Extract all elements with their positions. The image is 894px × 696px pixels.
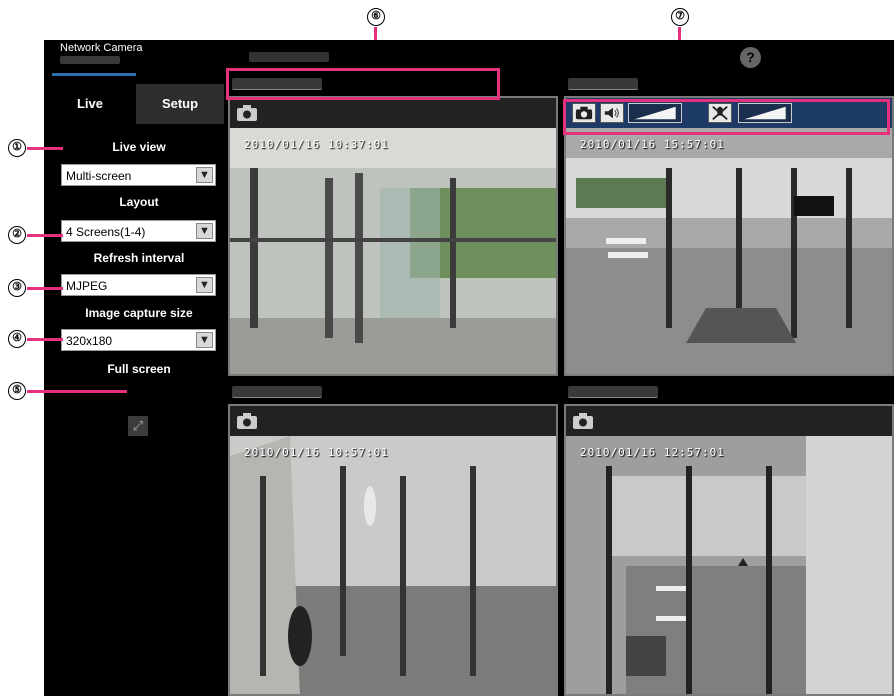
chevron-down-icon: ▼ bbox=[196, 277, 213, 293]
callout-1-leader bbox=[27, 147, 63, 150]
callout-5-leader bbox=[27, 390, 127, 393]
layout-value: 4 Screens(1-4) bbox=[66, 225, 146, 239]
chevron-down-icon: ▼ bbox=[196, 223, 213, 239]
camera-name-blurred bbox=[249, 52, 329, 62]
timestamp: 2010/01/16 10:37:01 bbox=[244, 138, 389, 151]
image-capture-size-select[interactable]: 320x180 ▼ bbox=[61, 329, 216, 351]
pane-toolbar bbox=[230, 406, 556, 436]
manual-figure: ⑥ ⑦ Network Camera ? Live Setup Live vie… bbox=[0, 0, 894, 696]
video-pane-2: 2010/01/16 15:57:01 bbox=[564, 96, 894, 376]
video-pane-4: 2010/01/16 12:57:01 bbox=[564, 404, 894, 696]
video-pane-3: 2010/01/16 10:57:01 bbox=[228, 404, 558, 696]
callout-4-leader bbox=[27, 338, 63, 341]
video-feed[interactable]: 2010/01/16 10:37:01 bbox=[230, 128, 556, 374]
video-feed[interactable]: 2010/01/16 15:57:01 bbox=[566, 128, 892, 374]
camera-title-blurred bbox=[60, 56, 120, 64]
live-view-select[interactable]: Multi-screen ▼ bbox=[61, 164, 216, 186]
timestamp: 2010/01/16 12:57:01 bbox=[580, 446, 725, 459]
callout-5: ⑤ bbox=[8, 382, 26, 400]
callout-2: ② bbox=[8, 226, 26, 244]
callout-2-leader bbox=[27, 234, 63, 237]
camera-web-app: Network Camera ? Live Setup Live view Mu… bbox=[44, 40, 894, 696]
video-feed[interactable]: 2010/01/16 10:57:01 bbox=[230, 436, 556, 694]
timestamp: 2010/01/16 15:57:01 bbox=[580, 138, 725, 151]
video-image bbox=[230, 128, 556, 374]
pane-3-title bbox=[232, 386, 322, 398]
image-capture-size-label: Image capture size bbox=[85, 306, 193, 320]
callout-4: ④ bbox=[8, 330, 26, 348]
pane-toolbar bbox=[230, 98, 556, 128]
brand-title: Network Camera bbox=[60, 42, 143, 54]
camera-title-highlight bbox=[226, 68, 500, 100]
layout-select[interactable]: 4 Screens(1-4) ▼ bbox=[61, 220, 216, 242]
video-image bbox=[566, 128, 892, 374]
full-screen-icon[interactable]: ⤢ bbox=[128, 416, 148, 436]
callout-1: ① bbox=[8, 139, 26, 157]
timestamp: 2010/01/16 10:57:01 bbox=[244, 446, 389, 459]
chevron-down-icon: ▼ bbox=[196, 167, 213, 183]
live-view-value: Multi-screen bbox=[66, 169, 132, 183]
callout-7: ⑦ bbox=[671, 8, 689, 26]
video-image bbox=[230, 436, 556, 694]
camera-icon[interactable] bbox=[236, 412, 258, 430]
full-screen-label: Full screen bbox=[107, 362, 171, 376]
sidebar: Live Setup Live view Multi-screen ▼ Layo… bbox=[44, 76, 224, 696]
pane-4-title bbox=[568, 386, 658, 398]
video-image bbox=[566, 436, 892, 694]
live-view-label: Live view bbox=[112, 140, 166, 154]
image-capture-size-value: 320x180 bbox=[66, 334, 113, 348]
tab-setup[interactable]: Setup bbox=[136, 84, 224, 124]
control-bar-highlight bbox=[563, 99, 890, 135]
refresh-interval-select[interactable]: MJPEG ▼ bbox=[61, 274, 216, 296]
pane-toolbar bbox=[566, 406, 892, 436]
camera-icon[interactable] bbox=[236, 104, 258, 122]
video-pane-1: 2010/01/16 10:37:01 bbox=[228, 96, 558, 376]
callout-3-leader bbox=[27, 287, 63, 290]
camera-icon[interactable] bbox=[572, 412, 594, 430]
chevron-down-icon: ▼ bbox=[196, 332, 213, 348]
tab-live[interactable]: Live bbox=[46, 84, 134, 124]
help-icon[interactable]: ? bbox=[740, 47, 761, 68]
refresh-interval-label: Refresh interval bbox=[93, 251, 185, 265]
pane-2-title bbox=[568, 78, 638, 90]
refresh-interval-value: MJPEG bbox=[66, 279, 108, 293]
callout-6: ⑥ bbox=[367, 8, 385, 26]
layout-label: Layout bbox=[119, 195, 159, 209]
video-feed[interactable]: 2010/01/16 12:57:01 bbox=[566, 436, 892, 694]
callout-3: ③ bbox=[8, 279, 26, 297]
